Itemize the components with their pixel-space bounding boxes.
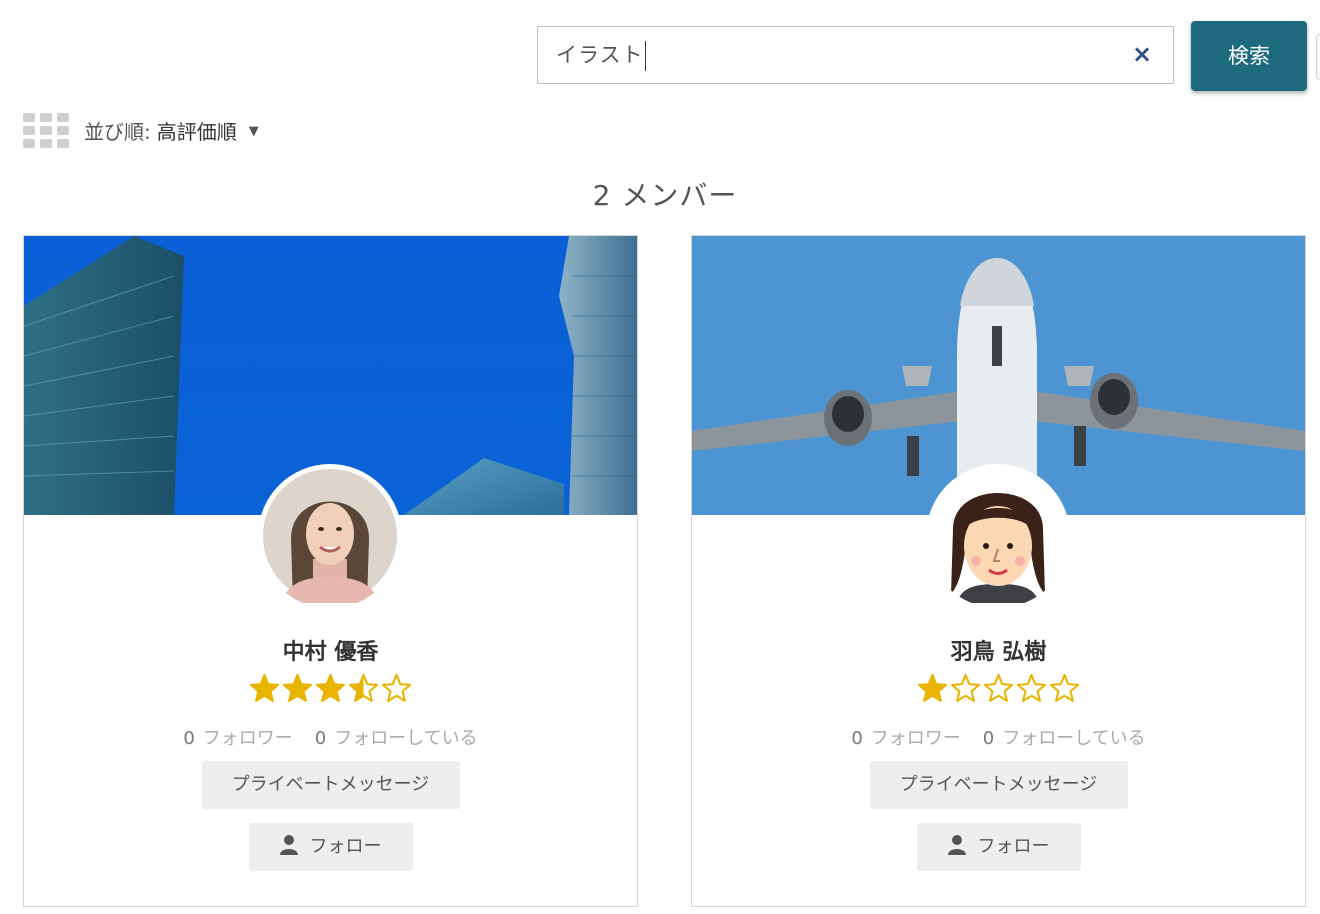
close-icon[interactable]: × [1129, 41, 1155, 67]
following-label[interactable]: フォローしている [1002, 728, 1145, 749]
follow-button[interactable]: フォロー [248, 823, 413, 871]
star-empty-icon [950, 673, 981, 702]
followers-label[interactable]: フォロワー [203, 728, 293, 749]
avatar[interactable] [258, 464, 402, 608]
star-half-icon [348, 673, 379, 702]
star-filled-icon [249, 673, 280, 702]
follow-label: フォロー [309, 836, 382, 857]
follow-stats: 0 フォロワー 0 フォローしている [24, 724, 637, 750]
star-empty-icon [381, 673, 412, 702]
sort-dropdown[interactable]: 並び順: 高評価順 ▼ [84, 114, 259, 150]
following-count: 0 [982, 728, 995, 749]
follow-stats: 0 フォロワー 0 フォローしている [692, 724, 1305, 750]
sort-value: 高評価順 [156, 120, 237, 144]
member-card: 羽鳥 弘樹 0 フォロワー 0 フォローしている プライベートメッセージ フォロー [691, 235, 1306, 907]
member-count: 2 メンバー [592, 179, 738, 212]
member-name[interactable]: 中村 優香 [24, 634, 637, 666]
rating-stars [24, 673, 637, 709]
followers-label[interactable]: フォロワー [871, 728, 961, 749]
avatar[interactable] [926, 464, 1070, 608]
partial-button[interactable] [1316, 34, 1320, 80]
sort-label: 並び順: [84, 120, 151, 144]
grid-view-icon[interactable] [23, 113, 69, 148]
star-filled-icon [917, 673, 948, 702]
member-card: 中村 優香 0 フォロワー 0 フォローしている プライベートメッセージ フォロー [23, 235, 638, 907]
search-input[interactable]: イラスト [556, 27, 647, 83]
private-message-button[interactable]: プライベートメッセージ [869, 761, 1128, 809]
follow-button[interactable]: フォロー [916, 823, 1081, 871]
search-field[interactable]: イラスト × [537, 26, 1174, 84]
followers-count: 0 [851, 728, 863, 749]
rating-stars [692, 673, 1305, 709]
search-button[interactable]: 検索 [1191, 21, 1307, 91]
star-empty-icon [983, 673, 1014, 702]
user-icon [279, 835, 298, 855]
follow-label: フォロー [977, 836, 1050, 857]
star-filled-icon [315, 673, 346, 702]
member-name[interactable]: 羽鳥 弘樹 [692, 634, 1305, 666]
star-filled-icon [282, 673, 313, 702]
followers-count: 0 [183, 728, 195, 749]
star-empty-icon [1016, 673, 1047, 702]
user-icon [947, 835, 966, 855]
following-label[interactable]: フォローしている [334, 728, 477, 749]
private-message-button[interactable]: プライベートメッセージ [201, 761, 460, 809]
following-count: 0 [314, 728, 327, 749]
star-empty-icon [1049, 673, 1080, 702]
caret-down-icon: ▼ [248, 123, 259, 139]
